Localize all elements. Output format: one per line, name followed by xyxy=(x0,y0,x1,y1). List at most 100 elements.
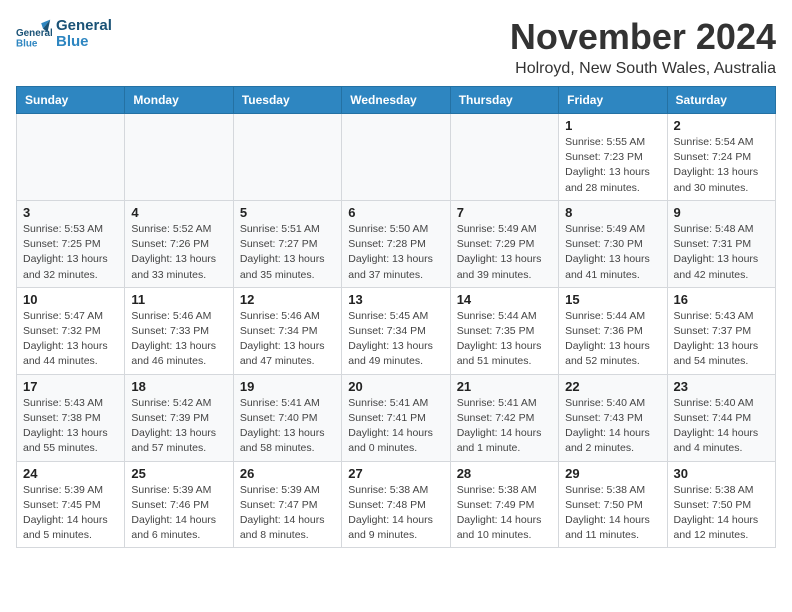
calendar-cell: 12 Sunrise: 5:46 AM Sunset: 7:34 PM Dayli… xyxy=(233,287,341,374)
day-info: Sunrise: 5:44 AM Sunset: 7:36 PM Dayligh… xyxy=(565,309,660,370)
calendar-week-row: 24 Sunrise: 5:39 AM Sunset: 7:45 PM Dayli… xyxy=(17,461,776,548)
day-info: Sunrise: 5:41 AM Sunset: 7:40 PM Dayligh… xyxy=(240,396,335,457)
day-number: 18 xyxy=(131,379,226,394)
day-info: Sunrise: 5:38 AM Sunset: 7:48 PM Dayligh… xyxy=(348,483,443,544)
weekday-header-monday: Monday xyxy=(125,87,233,114)
day-number: 24 xyxy=(23,466,118,481)
calendar-cell: 17 Sunrise: 5:43 AM Sunset: 7:38 PM Dayli… xyxy=(17,374,125,461)
calendar-cell: 3Sunrise: 5:53 AM Sunset: 7:25 PM Daylig… xyxy=(17,200,125,287)
calendar-cell: 28 Sunrise: 5:38 AM Sunset: 7:49 PM Dayli… xyxy=(450,461,558,548)
calendar-cell: 24 Sunrise: 5:39 AM Sunset: 7:45 PM Dayli… xyxy=(17,461,125,548)
day-number: 17 xyxy=(23,379,118,394)
day-number: 10 xyxy=(23,292,118,307)
day-info: Sunrise: 5:52 AM Sunset: 7:26 PM Dayligh… xyxy=(131,222,226,283)
day-number: 14 xyxy=(457,292,552,307)
day-number: 12 xyxy=(240,292,335,307)
calendar-cell: 22 Sunrise: 5:40 AM Sunset: 7:43 PM Dayli… xyxy=(559,374,667,461)
weekday-header-wednesday: Wednesday xyxy=(342,87,450,114)
day-info: Sunrise: 5:48 AM Sunset: 7:31 PM Dayligh… xyxy=(674,222,769,283)
weekday-header-sunday: Sunday xyxy=(17,87,125,114)
day-number: 19 xyxy=(240,379,335,394)
day-number: 1 xyxy=(565,118,660,133)
day-number: 25 xyxy=(131,466,226,481)
day-info: Sunrise: 5:43 AM Sunset: 7:37 PM Dayligh… xyxy=(674,309,769,370)
calendar-table: SundayMondayTuesdayWednesdayThursdayFrid… xyxy=(16,86,776,548)
calendar-cell xyxy=(17,114,125,201)
day-info: Sunrise: 5:46 AM Sunset: 7:34 PM Dayligh… xyxy=(240,309,335,370)
day-info: Sunrise: 5:40 AM Sunset: 7:43 PM Dayligh… xyxy=(565,396,660,457)
calendar-cell: 19 Sunrise: 5:41 AM Sunset: 7:40 PM Dayli… xyxy=(233,374,341,461)
calendar-cell: 2 Sunrise: 5:54 AM Sunset: 7:24 PM Daylig… xyxy=(667,114,775,201)
day-number: 28 xyxy=(457,466,552,481)
day-info: Sunrise: 5:40 AM Sunset: 7:44 PM Dayligh… xyxy=(674,396,769,457)
day-info: Sunrise: 5:49 AM Sunset: 7:30 PM Dayligh… xyxy=(565,222,660,283)
weekday-header-tuesday: Tuesday xyxy=(233,87,341,114)
day-number: 20 xyxy=(348,379,443,394)
calendar-cell xyxy=(233,114,341,201)
calendar-cell: 13Sunrise: 5:45 AM Sunset: 7:34 PM Dayli… xyxy=(342,287,450,374)
calendar-cell: 23 Sunrise: 5:40 AM Sunset: 7:44 PM Dayli… xyxy=(667,374,775,461)
day-info: Sunrise: 5:50 AM Sunset: 7:28 PM Dayligh… xyxy=(348,222,443,283)
calendar-cell: 11Sunrise: 5:46 AM Sunset: 7:33 PM Dayli… xyxy=(125,287,233,374)
day-number: 13 xyxy=(348,292,443,307)
calendar-cell xyxy=(342,114,450,201)
day-info: Sunrise: 5:39 AM Sunset: 7:47 PM Dayligh… xyxy=(240,483,335,544)
day-number: 4 xyxy=(131,205,226,220)
weekday-header-saturday: Saturday xyxy=(667,87,775,114)
logo-text-general: General xyxy=(56,18,112,35)
calendar-week-row: 17 Sunrise: 5:43 AM Sunset: 7:38 PM Dayli… xyxy=(17,374,776,461)
calendar-week-row: 10 Sunrise: 5:47 AM Sunset: 7:32 PM Dayli… xyxy=(17,287,776,374)
day-info: Sunrise: 5:47 AM Sunset: 7:32 PM Dayligh… xyxy=(23,309,118,370)
day-info: Sunrise: 5:38 AM Sunset: 7:50 PM Dayligh… xyxy=(565,483,660,544)
day-info: Sunrise: 5:43 AM Sunset: 7:38 PM Dayligh… xyxy=(23,396,118,457)
day-number: 2 xyxy=(674,118,769,133)
calendar-cell: 1Sunrise: 5:55 AM Sunset: 7:23 PM Daylig… xyxy=(559,114,667,201)
calendar-cell: 25 Sunrise: 5:39 AM Sunset: 7:46 PM Dayli… xyxy=(125,461,233,548)
calendar-cell: 18Sunrise: 5:42 AM Sunset: 7:39 PM Dayli… xyxy=(125,374,233,461)
day-number: 5 xyxy=(240,205,335,220)
calendar-cell: 4 Sunrise: 5:52 AM Sunset: 7:26 PM Daylig… xyxy=(125,200,233,287)
day-number: 30 xyxy=(674,466,769,481)
day-number: 22 xyxy=(565,379,660,394)
day-info: Sunrise: 5:46 AM Sunset: 7:33 PM Dayligh… xyxy=(131,309,226,370)
day-number: 29 xyxy=(565,466,660,481)
logo: General Blue General Blue xyxy=(16,16,112,52)
logo-text-blue: Blue xyxy=(56,34,112,51)
day-info: Sunrise: 5:38 AM Sunset: 7:50 PM Dayligh… xyxy=(674,483,769,544)
month-title: November 2024 xyxy=(510,16,776,58)
day-info: Sunrise: 5:39 AM Sunset: 7:45 PM Dayligh… xyxy=(23,483,118,544)
calendar-cell: 27 Sunrise: 5:38 AM Sunset: 7:48 PM Dayli… xyxy=(342,461,450,548)
calendar-cell: 7Sunrise: 5:49 AM Sunset: 7:29 PM Daylig… xyxy=(450,200,558,287)
calendar-cell: 10 Sunrise: 5:47 AM Sunset: 7:32 PM Dayli… xyxy=(17,287,125,374)
calendar-cell: 21Sunrise: 5:41 AM Sunset: 7:42 PM Dayli… xyxy=(450,374,558,461)
day-info: Sunrise: 5:54 AM Sunset: 7:24 PM Dayligh… xyxy=(674,135,769,196)
location-text: Holroyd, New South Wales, Australia xyxy=(510,60,776,78)
day-number: 7 xyxy=(457,205,552,220)
logo-icon: General Blue xyxy=(16,16,52,52)
calendar-cell xyxy=(450,114,558,201)
day-number: 23 xyxy=(674,379,769,394)
weekday-header-row: SundayMondayTuesdayWednesdayThursdayFrid… xyxy=(17,87,776,114)
calendar-cell: 9 Sunrise: 5:48 AM Sunset: 7:31 PM Daylig… xyxy=(667,200,775,287)
calendar-cell: 29 Sunrise: 5:38 AM Sunset: 7:50 PM Dayli… xyxy=(559,461,667,548)
title-section: November 2024 Holroyd, New South Wales, … xyxy=(510,16,776,78)
day-info: Sunrise: 5:39 AM Sunset: 7:46 PM Dayligh… xyxy=(131,483,226,544)
day-info: Sunrise: 5:41 AM Sunset: 7:42 PM Dayligh… xyxy=(457,396,552,457)
calendar-cell: 16Sunrise: 5:43 AM Sunset: 7:37 PM Dayli… xyxy=(667,287,775,374)
calendar-cell: 5 Sunrise: 5:51 AM Sunset: 7:27 PM Daylig… xyxy=(233,200,341,287)
day-number: 27 xyxy=(348,466,443,481)
day-number: 9 xyxy=(674,205,769,220)
svg-text:Blue: Blue xyxy=(16,39,38,50)
weekday-header-thursday: Thursday xyxy=(450,87,558,114)
calendar-cell: 15Sunrise: 5:44 AM Sunset: 7:36 PM Dayli… xyxy=(559,287,667,374)
calendar-week-row: 3Sunrise: 5:53 AM Sunset: 7:25 PM Daylig… xyxy=(17,200,776,287)
calendar-cell: 26Sunrise: 5:39 AM Sunset: 7:47 PM Dayli… xyxy=(233,461,341,548)
day-info: Sunrise: 5:51 AM Sunset: 7:27 PM Dayligh… xyxy=(240,222,335,283)
day-number: 6 xyxy=(348,205,443,220)
day-info: Sunrise: 5:41 AM Sunset: 7:41 PM Dayligh… xyxy=(348,396,443,457)
calendar-cell: 20 Sunrise: 5:41 AM Sunset: 7:41 PM Dayli… xyxy=(342,374,450,461)
calendar-cell: 30 Sunrise: 5:38 AM Sunset: 7:50 PM Dayli… xyxy=(667,461,775,548)
page-header: General Blue General Blue November 2024 … xyxy=(16,16,776,78)
day-info: Sunrise: 5:38 AM Sunset: 7:49 PM Dayligh… xyxy=(457,483,552,544)
day-info: Sunrise: 5:44 AM Sunset: 7:35 PM Dayligh… xyxy=(457,309,552,370)
